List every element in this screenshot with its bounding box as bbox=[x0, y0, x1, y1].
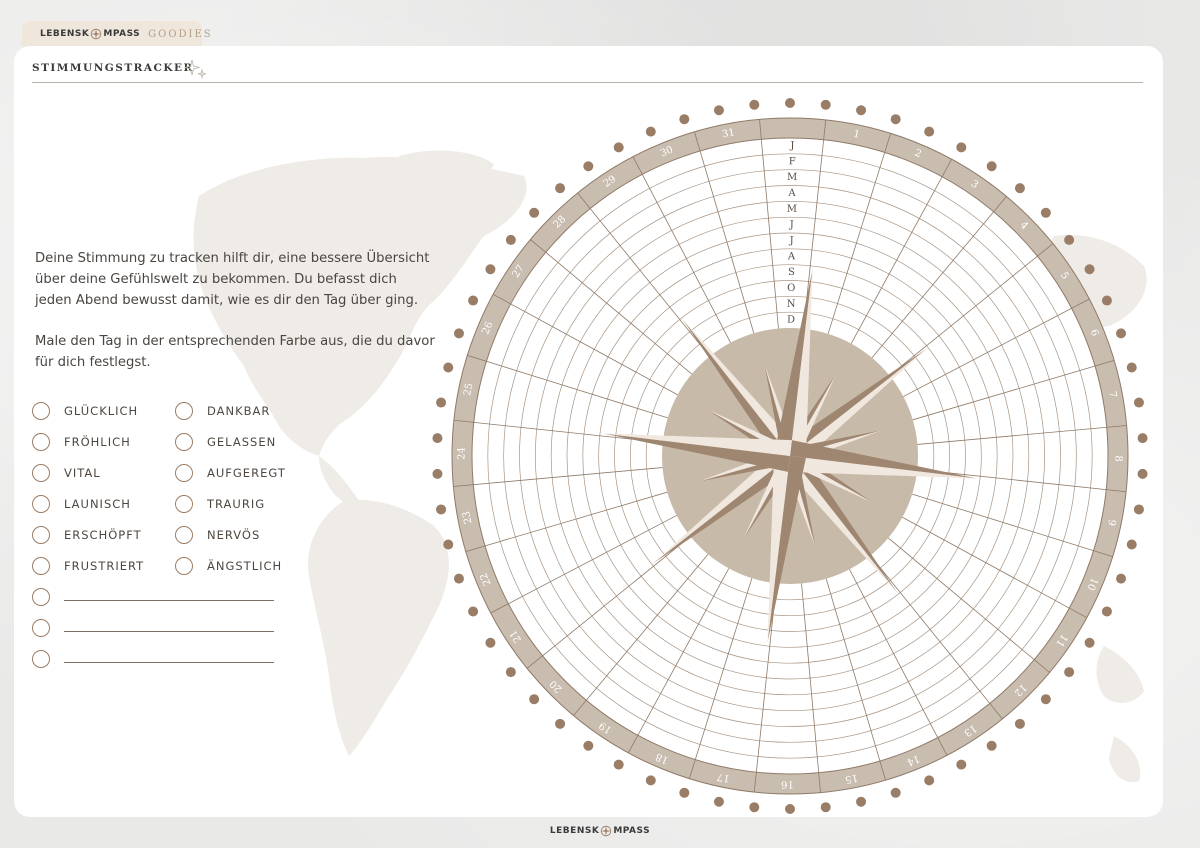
decorative-dot bbox=[432, 433, 443, 444]
decorative-dot bbox=[820, 99, 831, 110]
month-letter-label: F bbox=[789, 156, 796, 167]
decorative-dot bbox=[956, 142, 967, 153]
decorative-dot bbox=[1137, 468, 1148, 479]
compass-rose-icon bbox=[600, 825, 612, 837]
decorative-dot bbox=[713, 105, 724, 116]
decorative-dot bbox=[1064, 667, 1075, 678]
decorative-dot bbox=[1133, 504, 1144, 515]
footer: LEBENSK MPASS bbox=[0, 825, 1200, 837]
decorative-dot bbox=[924, 126, 935, 137]
decorative-dot bbox=[785, 804, 795, 814]
decorative-dot bbox=[1101, 606, 1112, 617]
month-letter-label: N bbox=[787, 299, 796, 310]
compass-rose-icon bbox=[90, 28, 102, 40]
decorative-dot bbox=[785, 98, 795, 108]
decorative-dot bbox=[432, 468, 443, 479]
decorative-dot bbox=[679, 114, 690, 125]
footer-brand-text-right: MPASS bbox=[613, 826, 651, 836]
decorative-dot bbox=[529, 694, 540, 705]
decorative-dot bbox=[1084, 264, 1095, 275]
month-letter-label: M bbox=[787, 204, 797, 215]
decorative-dot bbox=[505, 667, 516, 678]
decorative-dot bbox=[1014, 183, 1025, 194]
day-number-label: 8 bbox=[1112, 455, 1123, 461]
decorative-dot bbox=[453, 328, 464, 339]
decorative-dot bbox=[613, 142, 624, 153]
decorative-dot bbox=[443, 539, 454, 550]
decorative-dot bbox=[468, 295, 479, 306]
decorative-dot bbox=[679, 787, 690, 798]
footer-brand-logo: LEBENSK MPASS bbox=[550, 825, 650, 837]
brand-logo: LEBENSK MPASS bbox=[40, 28, 140, 40]
decorative-dot bbox=[1014, 718, 1025, 729]
header-tab: LEBENSK MPASS GOODIES bbox=[22, 21, 211, 47]
decorative-dot bbox=[645, 775, 656, 786]
month-letter-label: M bbox=[787, 172, 797, 183]
day-number-label: 16 bbox=[781, 778, 794, 789]
month-letter-label: D bbox=[787, 315, 795, 326]
decorative-dot bbox=[749, 802, 760, 813]
decorative-dot bbox=[986, 740, 997, 751]
month-letter-label: A bbox=[787, 251, 796, 262]
decorative-dot bbox=[856, 105, 867, 116]
decorative-dot bbox=[555, 183, 566, 194]
month-letter-label: O bbox=[787, 283, 795, 294]
brand-text-left: LEBENSK bbox=[40, 29, 90, 39]
decorative-dot bbox=[436, 504, 447, 515]
decorative-dot bbox=[749, 99, 760, 110]
decorative-dot bbox=[820, 802, 831, 813]
month-letter-label: J bbox=[789, 140, 794, 151]
decorative-dot bbox=[1126, 362, 1137, 373]
decorative-dot bbox=[583, 161, 594, 172]
tab-goodies[interactable]: GOODIES bbox=[148, 29, 213, 40]
day-number-label: 23 bbox=[461, 510, 474, 525]
decorative-dot bbox=[1116, 328, 1127, 339]
decorative-dot bbox=[986, 161, 997, 172]
decorative-dot bbox=[485, 637, 496, 648]
decorative-dot bbox=[1133, 397, 1144, 408]
decorative-dot bbox=[890, 114, 901, 125]
decorative-dot bbox=[583, 740, 594, 751]
decorative-dot bbox=[1084, 637, 1095, 648]
decorative-dot bbox=[1040, 207, 1051, 218]
decorative-dot bbox=[1040, 694, 1051, 705]
decorative-dot bbox=[1064, 234, 1075, 245]
day-number-label: 31 bbox=[721, 127, 736, 140]
decorative-dot bbox=[713, 796, 724, 807]
decorative-dot bbox=[645, 126, 656, 137]
decorative-dot bbox=[505, 234, 516, 245]
decorative-dot bbox=[485, 264, 496, 275]
month-letter-label: J bbox=[789, 220, 794, 231]
decorative-dot bbox=[856, 796, 867, 807]
decorative-dot bbox=[956, 759, 967, 770]
decorative-dot bbox=[1126, 539, 1137, 550]
decorative-dot bbox=[1137, 433, 1148, 444]
day-number-label: 15 bbox=[844, 772, 859, 785]
day-number-label: 24 bbox=[456, 447, 467, 460]
decorative-dot bbox=[1101, 295, 1112, 306]
month-letter-label: J bbox=[789, 235, 794, 246]
footer-brand-text-left: LEBENSK bbox=[549, 826, 600, 836]
mood-tracker-wheel: 1234567891011121314151617181920212223242… bbox=[432, 98, 1148, 814]
month-letter-label: S bbox=[788, 267, 795, 278]
decorative-dot bbox=[436, 397, 447, 408]
decorative-dot bbox=[453, 573, 464, 584]
decorative-dot bbox=[468, 606, 479, 617]
decorative-dot bbox=[529, 207, 540, 218]
decorative-dot bbox=[443, 362, 454, 373]
main-card: STIMMUNGSTRACKER Deine Stimmung zu track… bbox=[14, 46, 1163, 817]
decorative-dot bbox=[555, 718, 566, 729]
decorative-dot bbox=[890, 787, 901, 798]
decorative-dot bbox=[1116, 573, 1127, 584]
brand-text-right: MPASS bbox=[103, 29, 141, 39]
decorative-dot bbox=[924, 775, 935, 786]
decorative-dot bbox=[613, 759, 624, 770]
month-letter-label: A bbox=[787, 188, 796, 199]
